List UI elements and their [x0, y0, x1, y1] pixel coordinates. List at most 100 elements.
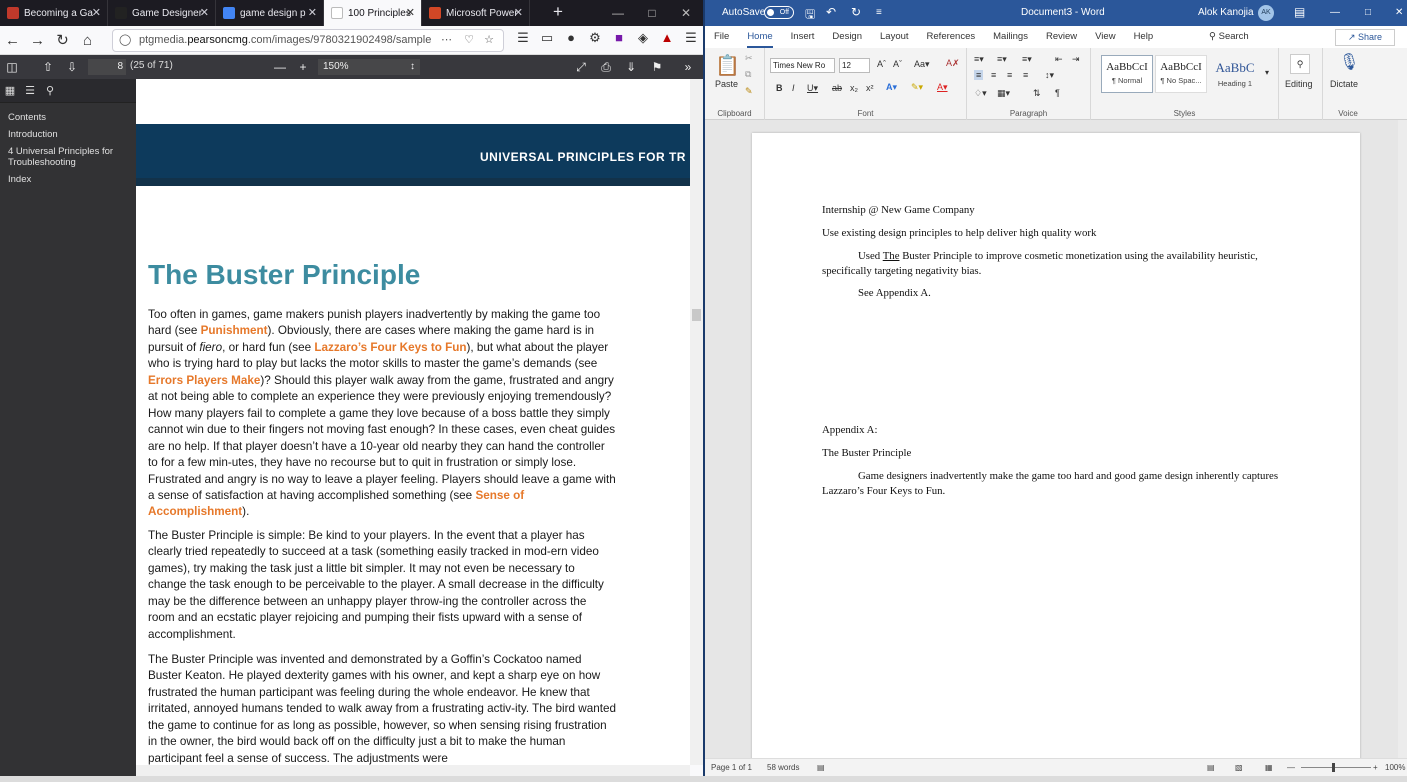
redo-icon[interactable]: ↻: [851, 5, 861, 19]
bookmark-star-icon[interactable]: ☆: [481, 30, 497, 51]
ribbon-tab-design[interactable]: Design: [823, 26, 871, 48]
highlight-icon[interactable]: ✎▾: [911, 82, 923, 93]
close-button[interactable]: ✕: [1395, 7, 1403, 18]
strikethrough-icon[interactable]: ab: [832, 83, 842, 93]
save-icon[interactable]: 🖫: [805, 5, 815, 26]
close-tab-icon[interactable]: ✕: [514, 6, 523, 19]
ribbon-tab-insert[interactable]: Insert: [782, 26, 824, 48]
copy-icon[interactable]: ⧉: [745, 69, 751, 80]
word-count[interactable]: 58 words: [767, 763, 799, 772]
page-number-input[interactable]: 8: [88, 59, 126, 75]
home-icon[interactable]: ⌂: [75, 32, 100, 49]
outline-item-introduction[interactable]: Introduction: [0, 126, 136, 143]
microphone-icon[interactable]: 🎙: [1339, 52, 1359, 72]
zoom-slider-thumb[interactable]: [1332, 763, 1335, 772]
undo-icon[interactable]: ↶: [826, 5, 836, 19]
cut-icon[interactable]: ✂: [745, 53, 753, 64]
account-icon[interactable]: ●: [559, 30, 583, 46]
tab-4[interactable]: Microsoft PowerPo✕: [422, 0, 530, 26]
document-page[interactable]: Internship @ New Game Company Use existi…: [752, 133, 1360, 758]
word-vertical-scrollbar[interactable]: [1398, 120, 1407, 758]
change-case-icon[interactable]: Aa▾: [914, 59, 930, 70]
extension-icon[interactable]: ⚙: [583, 30, 607, 46]
ribbon-tab-help[interactable]: Help: [1125, 26, 1163, 48]
next-page-icon[interactable]: ⇩: [60, 60, 84, 74]
shield-icon[interactable]: ◯: [119, 30, 131, 51]
format-painter-icon[interactable]: ✎: [745, 86, 753, 97]
share-button[interactable]: ↗ Share: [1335, 29, 1395, 46]
ublock-icon[interactable]: ▲: [655, 30, 679, 46]
zoom-level[interactable]: 100%: [1385, 763, 1405, 772]
ribbon-display-icon[interactable]: ▤: [1294, 5, 1305, 19]
zoom-out-icon[interactable]: —: [1287, 763, 1295, 772]
tab-2[interactable]: game design p ✕: [216, 0, 324, 26]
justify-icon[interactable]: ≡: [1023, 70, 1028, 80]
prev-page-icon[interactable]: ⇧: [36, 60, 60, 74]
page-actions-icon[interactable]: ⋯: [438, 30, 455, 51]
search-icon[interactable]: ⚲: [1290, 54, 1310, 74]
page-indicator[interactable]: Page 1 of 1: [711, 763, 752, 772]
underline-icon[interactable]: U▾: [807, 83, 818, 94]
style-no-spacing[interactable]: AaBbCcI ¶ No Spac...: [1155, 55, 1207, 93]
tab-0[interactable]: Becoming a Ga ✕: [0, 0, 108, 26]
font-color-icon[interactable]: A▾: [937, 82, 948, 93]
outline-item-index[interactable]: Index: [0, 171, 136, 188]
minimize-button[interactable]: —: [1330, 7, 1340, 18]
read-mode-icon[interactable]: ▤: [1207, 763, 1215, 772]
ribbon-tab-file[interactable]: File: [705, 26, 738, 48]
print-layout-icon[interactable]: ▧: [1235, 763, 1243, 772]
clear-formatting-icon[interactable]: A✗: [946, 58, 960, 69]
dictate-label[interactable]: Dictate: [1330, 79, 1358, 89]
ribbon-tab-view[interactable]: View: [1086, 26, 1124, 48]
align-left-icon[interactable]: ≡: [974, 70, 984, 80]
maximize-button[interactable]: □: [1365, 7, 1371, 18]
decrease-indent-icon[interactable]: ⇤: [1055, 54, 1063, 65]
multilevel-list-icon[interactable]: ≡▾: [1022, 54, 1032, 65]
bold-icon[interactable]: B: [776, 83, 783, 93]
align-center-icon[interactable]: ≡: [991, 70, 996, 80]
sort-icon[interactable]: ⇅: [1033, 88, 1041, 99]
back-icon[interactable]: ←: [0, 32, 25, 49]
bookmark-icon[interactable]: ⚑: [645, 60, 669, 74]
borders-icon[interactable]: ▦▾: [997, 88, 1010, 99]
styles-more-icon[interactable]: ▾: [1265, 68, 1269, 77]
forward-icon[interactable]: →: [25, 32, 50, 49]
sidebar-toggle-icon[interactable]: ◫: [0, 60, 24, 74]
ribbon-tab-layout[interactable]: Layout: [871, 26, 918, 48]
outline-icon[interactable]: ☰: [20, 84, 40, 97]
print-icon[interactable]: ⎙: [594, 60, 618, 75]
url-bar[interactable]: ◯ ptgmedia.pearsoncmg.com/images/9780321…: [112, 29, 504, 52]
font-name-combo[interactable]: Times New Ro: [770, 58, 835, 73]
cross-reference-link[interactable]: Punishment: [201, 324, 268, 337]
tab-1[interactable]: Game Designer ✕: [108, 0, 216, 26]
zoom-in-icon[interactable]: +: [291, 60, 315, 74]
cross-reference-link[interactable]: Errors Players Make: [148, 374, 260, 387]
close-tab-icon[interactable]: ✕: [308, 6, 317, 19]
reader-icon[interactable]: ▭: [535, 30, 559, 46]
zoom-slider[interactable]: [1301, 767, 1371, 768]
customize-qat-icon[interactable]: ≡: [876, 7, 882, 18]
avatar[interactable]: AK: [1258, 5, 1274, 21]
editing-label[interactable]: Editing: [1285, 79, 1313, 89]
search-icon[interactable]: ⚲ Search: [1200, 26, 1258, 48]
shading-icon[interactable]: ♢▾: [974, 88, 987, 99]
close-button[interactable]: ✕: [669, 0, 703, 26]
align-right-icon[interactable]: ≡: [1007, 70, 1012, 80]
numbering-icon[interactable]: ≡▾: [997, 54, 1007, 65]
attachments-icon[interactable]: ⚲: [40, 84, 60, 97]
zoom-out-icon[interactable]: —: [268, 60, 292, 74]
style-normal[interactable]: AaBbCcI ¶ Normal: [1101, 55, 1153, 93]
paste-icon[interactable]: 📋: [715, 53, 740, 78]
new-tab-button[interactable]: +: [543, 0, 573, 26]
ribbon-tab-review[interactable]: Review: [1037, 26, 1086, 48]
subscript-icon[interactable]: x₂: [850, 83, 858, 93]
presentation-icon[interactable]: ⤢: [569, 60, 593, 75]
horizontal-scrollbar[interactable]: [136, 765, 690, 776]
web-layout-icon[interactable]: ▦: [1265, 763, 1273, 772]
tools-icon[interactable]: »: [676, 60, 700, 74]
style-heading-1[interactable]: AaBbC Heading 1: [1209, 55, 1261, 93]
ribbon-tab-references[interactable]: References: [918, 26, 985, 48]
show-marks-icon[interactable]: ¶: [1055, 88, 1060, 98]
outline-item-troubleshooting[interactable]: 4 Universal Principles for Troubleshooti…: [0, 143, 136, 171]
onenote-icon[interactable]: ■: [607, 30, 631, 46]
